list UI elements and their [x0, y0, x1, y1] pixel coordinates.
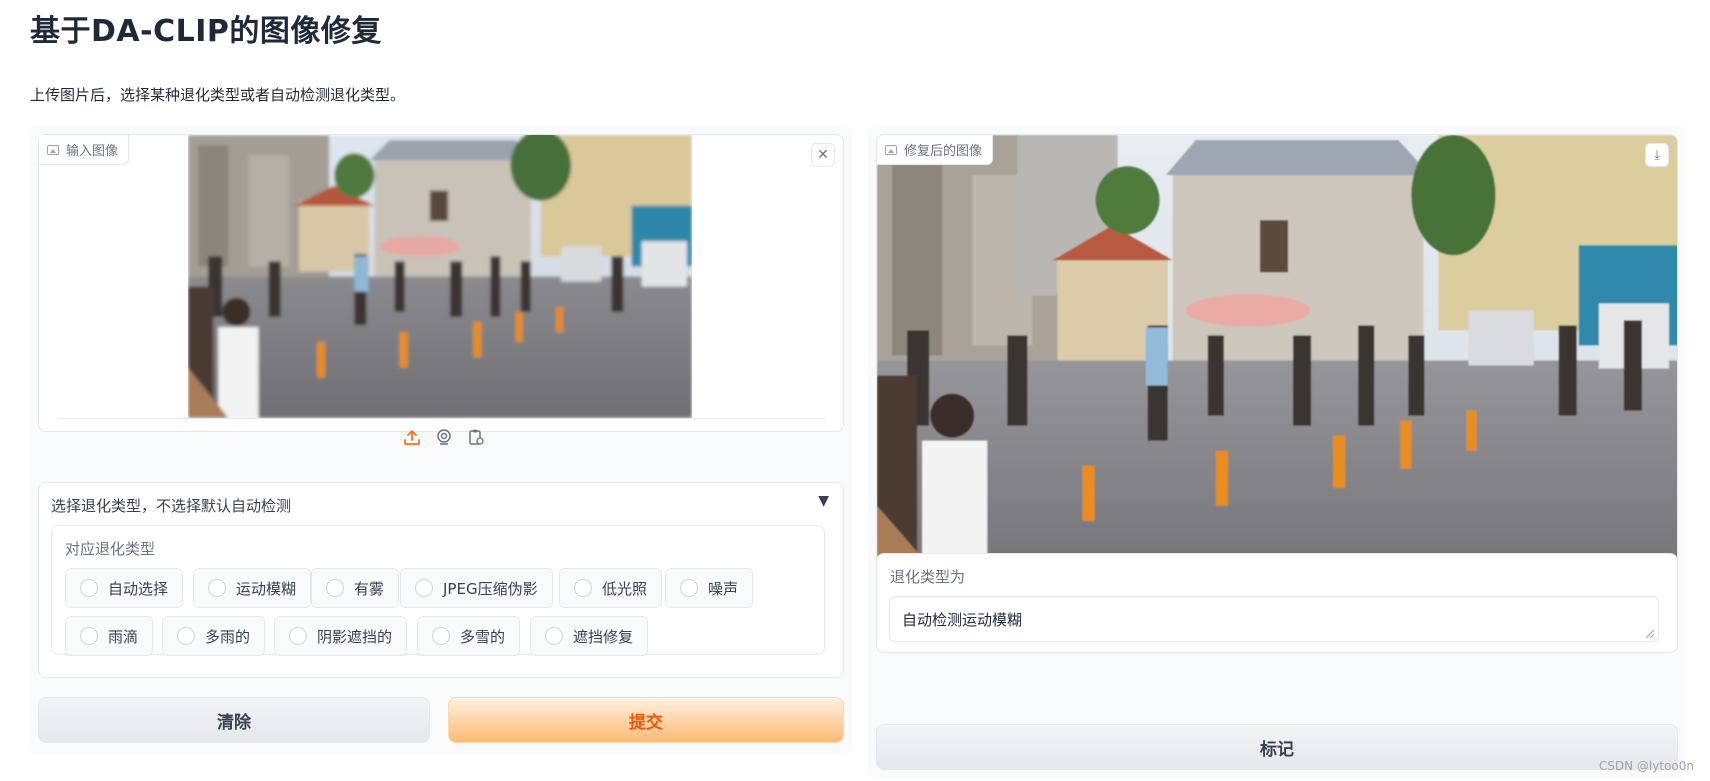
radio-option-label: 有雾 [354, 579, 385, 598]
radio-circle[interactable] [289, 627, 307, 645]
clear-button[interactable]: 清除 [38, 697, 430, 743]
radio-option-label: 阴影遮挡的 [317, 627, 393, 646]
submit-button[interactable]: 提交 [448, 697, 844, 743]
radio-group-label: 对应退化类型 [65, 540, 156, 558]
input-photo [188, 135, 692, 418]
radio-circle[interactable] [326, 579, 344, 597]
radio-circle[interactable] [432, 627, 450, 645]
clipboard-icon[interactable] [466, 427, 486, 447]
degradation-radio-group: 对应退化类型 自动选择 运动模糊 有雾 JPEG压缩伪影 低光照 噪声 雨滴 多… [51, 525, 825, 656]
radio-option-noise[interactable]: 噪声 [665, 568, 754, 608]
radio-circle[interactable] [177, 627, 195, 645]
radio-option-shadowed[interactable]: 阴影遮挡的 [274, 616, 408, 656]
radio-option-label: 雨滴 [108, 627, 139, 646]
radio-circle[interactable] [80, 627, 98, 645]
webcam-icon[interactable] [434, 427, 454, 447]
radio-option-label: 遮挡修复 [573, 627, 634, 646]
output-photo [877, 135, 1677, 584]
chevron-down-icon[interactable]: ▼ [818, 493, 829, 509]
result-textbox[interactable]: 自动检测运动模糊 [889, 596, 1659, 642]
divider [59, 418, 825, 419]
watermark: CSDN @lytoo0n [1598, 759, 1694, 773]
output-image-panel: 修复后的图像 ⤓ [876, 134, 1678, 585]
radio-circle[interactable] [208, 579, 226, 597]
accordion-title[interactable]: 选择退化类型，不选择默认自动检测 [51, 495, 291, 516]
radio-option-label: 噪声 [708, 579, 739, 598]
download-icon: ⤓ [1654, 147, 1660, 163]
result-value: 自动检测运动模糊 [902, 611, 1023, 629]
clear-image-button[interactable]: ✕ [811, 143, 835, 167]
result-textbox-panel: 退化类型为 自动检测运动模糊 [876, 553, 1678, 653]
degradation-accordion: 选择退化类型，不选择默认自动检测 ▼ 对应退化类型 自动选择 运动模糊 有雾 J… [38, 482, 844, 678]
output-image-label: 修复后的图像 [877, 135, 994, 165]
flag-button[interactable]: 标记 [876, 724, 1678, 770]
radio-option-raindrop[interactable]: 雨滴 [65, 616, 154, 656]
radio-circle[interactable] [80, 579, 98, 597]
image-icon [885, 144, 897, 155]
radio-option-snowy[interactable]: 多雪的 [417, 616, 521, 656]
upload-icon[interactable] [402, 427, 422, 447]
radio-circle[interactable] [680, 579, 698, 597]
close-icon: ✕ [817, 147, 829, 163]
radio-option-auto[interactable]: 自动选择 [65, 568, 184, 608]
input-image-panel[interactable]: 输入图像 ✕ [38, 134, 844, 445]
radio-option-label: JPEG压缩伪影 [443, 579, 538, 598]
output-image-label-text: 修复后的图像 [904, 144, 983, 159]
radio-option-label: 多雨的 [205, 627, 251, 646]
radio-circle[interactable] [574, 579, 592, 597]
page-description: 上传图片后，选择某种退化类型或者自动检测退化类型。 [30, 86, 406, 104]
radio-option-rainy[interactable]: 多雨的 [162, 616, 266, 656]
radio-option-label: 低光照 [602, 579, 648, 598]
input-image-label-text: 输入图像 [66, 144, 119, 159]
radio-circle[interactable] [545, 627, 563, 645]
right-column: 修复后的图像 ⤓ 退化类型为 自动检测运动模糊 标记 [868, 126, 1686, 778]
left-column: 输入图像 ✕ 选择退化类型，不选择默认自动检测 ▼ 对应退化类型 自动选择 运动… [30, 126, 852, 754]
download-button[interactable]: ⤓ [1645, 143, 1669, 167]
radio-option-low-light[interactable]: 低光照 [559, 568, 663, 608]
output-image-preview [877, 135, 1677, 584]
image-icon [47, 144, 59, 155]
radio-option-label: 多雪的 [460, 627, 506, 646]
result-label: 退化类型为 [890, 568, 966, 586]
radio-option-jpeg[interactable]: JPEG压缩伪影 [400, 568, 553, 608]
input-image-label: 输入图像 [39, 135, 130, 165]
radio-circle[interactable] [415, 579, 433, 597]
radio-option-label: 运动模糊 [236, 579, 297, 598]
radio-option-hazy[interactable]: 有雾 [311, 568, 400, 608]
radio-option-inpainting[interactable]: 遮挡修复 [530, 616, 649, 656]
radio-option-motion-blur[interactable]: 运动模糊 [193, 568, 312, 608]
input-image-preview [188, 135, 692, 418]
radio-option-label: 自动选择 [108, 579, 169, 598]
image-source-bar [399, 427, 489, 447]
page-title: 基于DA-CLIP的图像修复 [30, 14, 382, 49]
resize-handle-icon[interactable] [1646, 630, 1654, 638]
